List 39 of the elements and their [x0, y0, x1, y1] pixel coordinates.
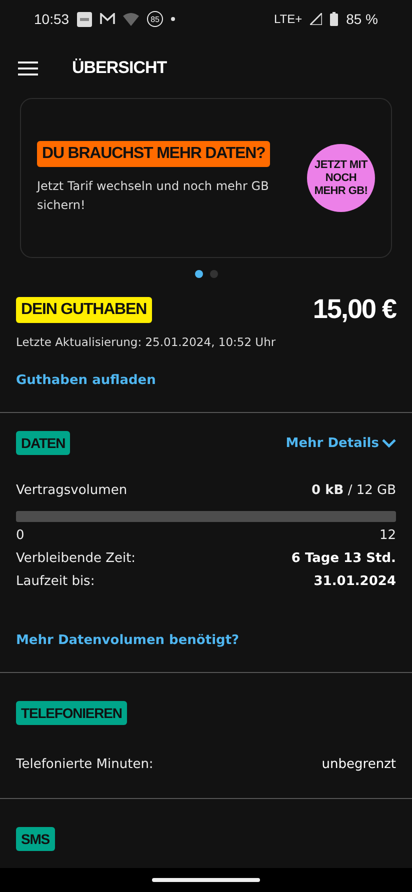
- battery-icon: [330, 12, 338, 26]
- volume-label: Vertragsvolumen: [16, 483, 128, 498]
- promo-sticker: JETZT MIT NOCH MEHR GB!: [307, 144, 375, 212]
- row-value: unbegrenzt: [322, 757, 396, 772]
- balance-tag: DEIN GUTHABEN: [16, 296, 152, 322]
- row-value: 6 Tage 13 Std.: [291, 551, 396, 566]
- top-up-link[interactable]: Guthaben aufladen: [16, 373, 156, 388]
- last-update-text: Letzte Aktualisierung: 25.01.2024, 10:52 Uhr: [16, 335, 277, 349]
- scale-min: 0: [16, 528, 24, 543]
- page-title: ÜBERSICHT: [72, 58, 167, 78]
- row-label: Telefonierte Minuten:: [16, 757, 154, 772]
- notification-badge: 85: [147, 11, 164, 27]
- battery-level: 85 %: [346, 11, 378, 27]
- clock: 10:53: [34, 11, 70, 27]
- more-details-link[interactable]: Mehr Details: [286, 436, 396, 450]
- wifi-icon: [123, 12, 140, 26]
- balance-amount: 15,00 €: [312, 294, 396, 325]
- section-tag: SMS: [16, 827, 55, 851]
- more-data-link[interactable]: Mehr Datenvolumen benötigt?: [16, 633, 240, 648]
- chevron-down-icon: [382, 438, 396, 448]
- network-type: LTE+: [274, 12, 302, 26]
- promo-card[interactable]: DU BRAUCHST MEHR DATEN? Jetzt Tarif wechseln und noch mehr GB sichern! JETZT MIT NOCH MEHR GB!: [20, 98, 392, 258]
- home-handle[interactable]: [152, 878, 260, 882]
- promo-text: Jetzt Tarif wechseln und noch mehr GB sichern!: [37, 178, 270, 214]
- menu-icon[interactable]: [18, 60, 38, 76]
- section-tag: TELEFONIEREN: [16, 701, 127, 725]
- section-tag: DATEN: [16, 431, 70, 455]
- dot-icon: [171, 17, 176, 21]
- row-label: Laufzeit bis:: [16, 574, 95, 589]
- scale-max: 12: [379, 528, 396, 543]
- signal-icon: [310, 13, 322, 25]
- row-label: Verbleibende Zeit:: [16, 551, 136, 566]
- mail-icon: [100, 13, 116, 25]
- volume-reading: 0 kB / 12 GB: [312, 483, 396, 498]
- page-dot[interactable]: [210, 270, 218, 278]
- app-notification-icon: [77, 12, 92, 26]
- row-value: 31.01.2024: [314, 574, 396, 589]
- page-dot[interactable]: [194, 270, 202, 278]
- promo-headline: DU BRAUCHST MEHR DATEN?: [37, 141, 270, 167]
